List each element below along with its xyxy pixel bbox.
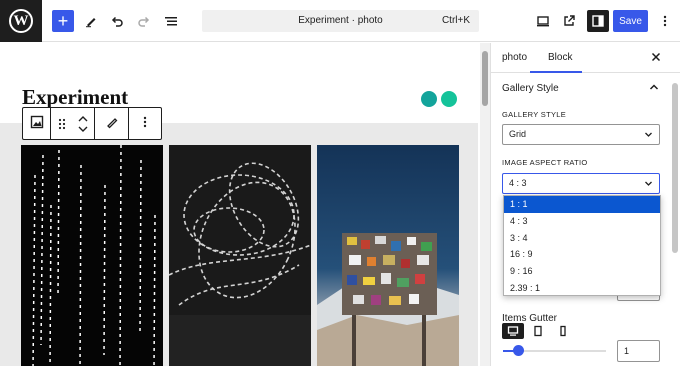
desktop-device-icon[interactable]	[502, 323, 524, 339]
lightbulb-icon[interactable]	[421, 91, 437, 107]
mobile-device-icon[interactable]	[552, 323, 574, 339]
aspect-option[interactable]: 4 : 3	[504, 213, 660, 230]
tablet-device-icon[interactable]	[527, 323, 549, 339]
more-vertical-icon[interactable]	[654, 10, 676, 32]
save-button[interactable]: Save	[613, 10, 648, 32]
gallery-image-1[interactable]	[21, 145, 163, 366]
block-toolbar	[22, 107, 162, 140]
tab-photo[interactable]: photo	[502, 52, 527, 63]
drag-handle-icon[interactable]	[51, 108, 73, 139]
settings-sidebar: photo Block Gallery Style GALLERY STYLE …	[490, 43, 680, 366]
gutter-slider-thumb[interactable]	[513, 345, 524, 356]
document-title: Experiment · photo	[298, 15, 383, 26]
sidebar-tabs: photo Block	[491, 43, 680, 73]
extension-icons	[421, 91, 457, 107]
gallery-icon	[30, 115, 44, 132]
edit-button[interactable]	[95, 108, 129, 139]
aspect-option[interactable]: 3 : 4	[504, 230, 660, 247]
gallery-style-select[interactable]: Grid	[502, 124, 660, 145]
gallery-style-value: Grid	[509, 129, 527, 139]
panel-title[interactable]: Gallery Style	[502, 83, 559, 94]
top-toolbar: W + Experiment · photo Ctrl+K Save	[0, 0, 680, 42]
undo-icon[interactable]	[106, 10, 128, 32]
sidebar-scrollbar[interactable]	[670, 75, 680, 366]
aspect-ratio-dropdown: 1 : 1 4 : 3 3 : 4 16 : 9 9 : 16 2.39 : 1	[503, 195, 661, 296]
active-tab-indicator	[530, 71, 582, 73]
editor-root: W + Experiment · photo Ctrl+K Save Exper…	[0, 0, 680, 366]
aspect-option[interactable]: 9 : 16	[504, 263, 660, 280]
gutter-number-input[interactable]: 1	[617, 340, 660, 362]
canvas-scrollbar[interactable]	[480, 43, 490, 366]
aspect-ratio-value: 4 : 3	[509, 178, 527, 188]
editor-canvas: Experiment	[0, 43, 478, 366]
aspect-option[interactable]: 16 : 9	[504, 246, 660, 263]
chevron-up-icon[interactable]	[648, 81, 660, 96]
gallery-image-2[interactable]	[169, 145, 311, 366]
shortcut-hint: Ctrl+K	[441, 15, 470, 26]
block-options-button[interactable]	[129, 108, 161, 139]
sidebar-toggle-icon[interactable]	[587, 10, 609, 32]
more-vertical-icon	[138, 115, 152, 132]
close-icon[interactable]	[650, 51, 662, 66]
command-palette[interactable]: Experiment · photo Ctrl+K	[202, 10, 479, 32]
move-controls	[51, 108, 95, 139]
grammarly-icon[interactable]	[441, 91, 457, 107]
gallery-image-3[interactable]	[317, 145, 459, 366]
aspect-ratio-select[interactable]: 4 : 3	[502, 173, 660, 194]
chevron-down-icon	[644, 174, 653, 193]
redo-icon[interactable]	[133, 10, 155, 32]
device-switcher	[502, 323, 574, 339]
chevron-down-icon	[644, 125, 653, 144]
move-arrows-icon[interactable]	[73, 108, 95, 139]
external-link-icon[interactable]	[558, 10, 580, 32]
aspect-ratio-label: IMAGE ASPECT RATIO	[502, 158, 588, 167]
aspect-option[interactable]: 2.39 : 1	[504, 280, 660, 297]
aspect-option[interactable]: 1 : 1	[504, 196, 660, 213]
add-block-button[interactable]: +	[52, 10, 74, 32]
block-type-button[interactable]	[23, 108, 51, 139]
list-view-icon[interactable]	[160, 10, 182, 32]
pen-icon[interactable]	[80, 10, 102, 32]
gallery-style-label: GALLERY STYLE	[502, 110, 567, 119]
wordpress-logo[interactable]: W	[0, 0, 42, 42]
tab-block[interactable]: Block	[548, 52, 572, 63]
edit-icon	[105, 115, 119, 132]
desktop-icon[interactable]	[532, 10, 554, 32]
